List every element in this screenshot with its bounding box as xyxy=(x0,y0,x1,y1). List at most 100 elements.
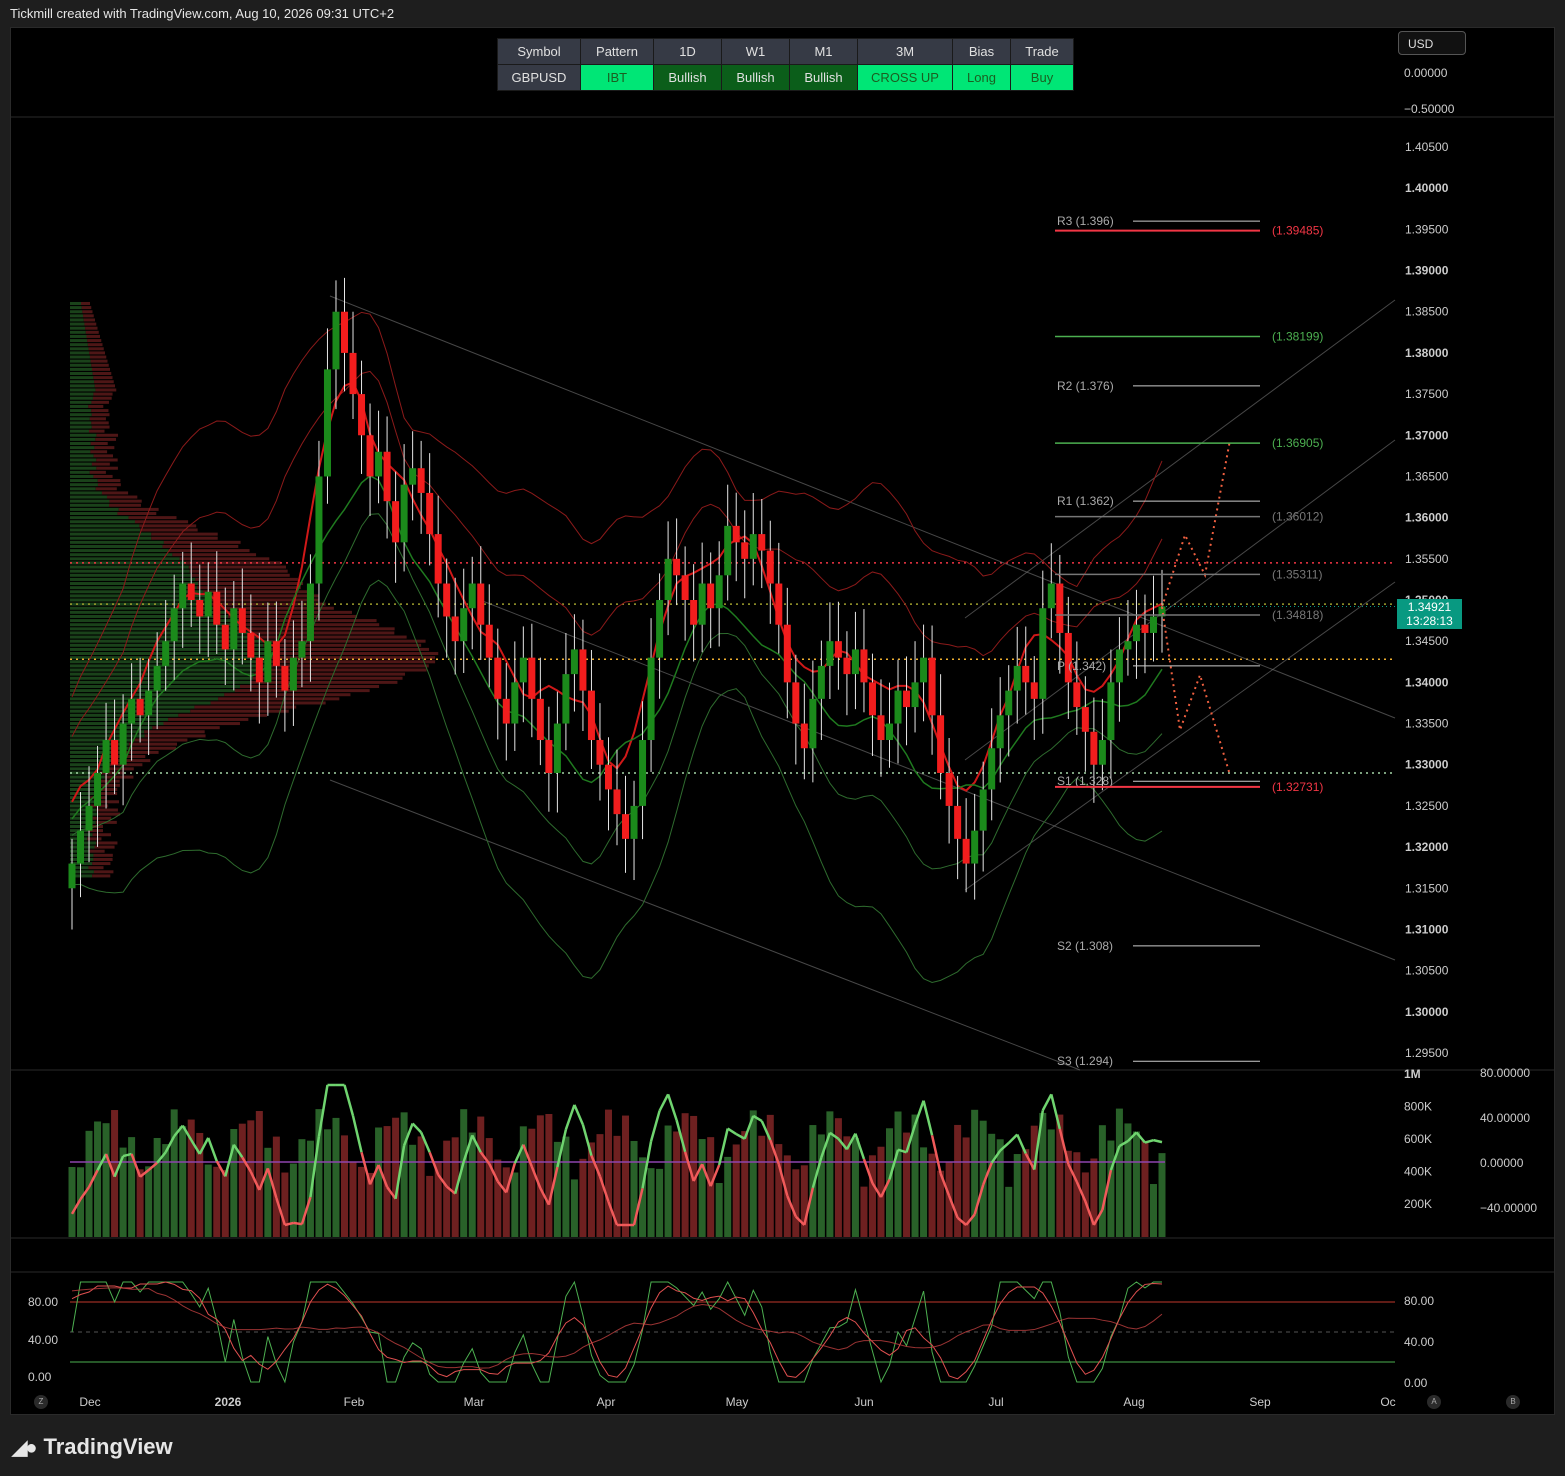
volume-bar xyxy=(409,1145,416,1237)
volume-bar xyxy=(716,1183,723,1237)
volume-profile-bar xyxy=(70,528,140,531)
signal-table: Symbol Pattern 1D W1 M1 3M Bias Trade GBPUSD IBT… xyxy=(497,38,1074,91)
y-axis-tick: 1.35500 xyxy=(1405,552,1449,566)
volume-axis-tick: 600K xyxy=(1404,1132,1432,1146)
candle-body xyxy=(222,625,229,650)
oscillator-line-segment xyxy=(1009,1135,1018,1143)
volume-profile-bar xyxy=(70,302,81,305)
chart-canvas[interactable]: 0.00000 −0.50000 1.40500 1.40000 1.39500 1.39… xyxy=(0,0,1565,1476)
volume-profile-bar xyxy=(70,520,135,523)
candle-body xyxy=(435,534,442,583)
volume-bar xyxy=(648,1168,655,1237)
volume-profile-bar xyxy=(93,393,112,396)
volume-profile-bar xyxy=(94,454,113,457)
volume-profile-bar xyxy=(70,327,85,330)
volume-profile-bar xyxy=(189,566,286,569)
volume-bar xyxy=(699,1139,706,1237)
currency-button[interactable]: USD xyxy=(1398,31,1466,55)
volume-profile-bar xyxy=(87,335,101,338)
volume-profile-bar xyxy=(207,594,319,597)
volume-bar xyxy=(1116,1109,1123,1237)
volume-profile-bar xyxy=(89,347,104,350)
volume-profile-bar xyxy=(70,376,93,379)
zoom-button[interactable]: Z xyxy=(34,1395,48,1409)
volume-bar xyxy=(137,1169,144,1237)
candle-body xyxy=(332,312,339,370)
volume-profile-bar xyxy=(70,467,96,470)
last-price-tag: 1.34921 13:28:13 xyxy=(1397,599,1462,629)
candle-body xyxy=(877,715,884,740)
pivot-label: R2 (1.376) xyxy=(1057,379,1114,393)
volume-bar xyxy=(358,1167,365,1237)
candle-body xyxy=(307,584,314,642)
channel-line xyxy=(330,780,1080,1070)
oscillator-line-segment xyxy=(651,1111,660,1141)
y-axis-tick: 1.32000 xyxy=(1405,840,1449,854)
pivot-label: R1 (1.362) xyxy=(1057,494,1114,508)
volume-profile-bar xyxy=(228,615,357,618)
volume-bar xyxy=(920,1147,927,1237)
volume-profile-bar xyxy=(70,372,93,375)
volume-profile-bar xyxy=(92,413,110,416)
volume-bar xyxy=(852,1138,859,1237)
volume-profile-bar xyxy=(90,417,106,420)
candle-body xyxy=(792,682,799,723)
volume-profile-bar xyxy=(70,426,92,429)
volume-bar xyxy=(1099,1125,1106,1237)
volume-profile-bar xyxy=(98,483,121,486)
volume-bar xyxy=(579,1159,586,1237)
volume-profile-bar xyxy=(70,323,84,326)
volume-profile-bar xyxy=(249,627,395,630)
candle-body xyxy=(724,526,731,575)
x-axis-tick: Oc xyxy=(1380,1395,1395,1409)
candle-body xyxy=(256,658,263,683)
signal-value-4: Bullish xyxy=(790,65,858,91)
volume-profile-bar xyxy=(70,788,96,791)
candle-body xyxy=(741,542,748,558)
y-axis-tick: 1.31500 xyxy=(1405,881,1449,895)
scale-b-button[interactable]: B xyxy=(1506,1395,1520,1409)
volume-profile-bar xyxy=(267,648,429,651)
volume-profile-bar xyxy=(70,368,92,371)
volume-axis-tick: 400K xyxy=(1404,1165,1432,1179)
y-axis-tick: 1.33500 xyxy=(1405,717,1449,731)
stoch-right-tick: 40.00 xyxy=(1404,1335,1434,1349)
volume-profile-bar xyxy=(250,681,397,684)
volume-profile-bar xyxy=(70,767,105,770)
scale-a-button[interactable]: A xyxy=(1427,1395,1441,1409)
volume-bar xyxy=(1048,1129,1055,1237)
signal-header-1: Pattern xyxy=(581,39,654,65)
volume-profile-bar xyxy=(70,384,95,387)
volume-profile-bar xyxy=(96,487,117,490)
volume-profile-bar xyxy=(98,479,121,482)
candle-body xyxy=(860,649,867,682)
volume-profile-bar xyxy=(129,516,177,519)
volume-bar xyxy=(213,1167,220,1237)
candle-body xyxy=(980,789,987,830)
stoch-right-tick: 0.00 xyxy=(1404,1376,1428,1390)
y-axis-tick: 1.39500 xyxy=(1405,222,1449,236)
volume-profile-bar xyxy=(89,850,105,853)
candle-body xyxy=(324,369,331,476)
candle-body xyxy=(1107,682,1114,740)
y-axis-tick: 1.30000 xyxy=(1405,1005,1449,1019)
channel-line xyxy=(965,440,1395,760)
candle-body xyxy=(486,625,493,658)
volume-profile-bar xyxy=(70,343,88,346)
volume-profile-bar xyxy=(88,405,103,408)
candle-body xyxy=(128,699,135,724)
volume-profile-bar xyxy=(91,409,108,412)
volume-profile-bar xyxy=(70,496,107,499)
signal-value-3: Bullish xyxy=(722,65,790,91)
volume-profile-bar xyxy=(92,862,110,865)
volume-bar xyxy=(571,1179,578,1237)
candle-body xyxy=(886,724,893,740)
volume-profile-bar xyxy=(70,339,87,342)
volume-bar xyxy=(562,1137,569,1237)
volume-profile-bar xyxy=(70,524,139,527)
volume-bar xyxy=(843,1136,850,1237)
y-axis-tick: 1.40500 xyxy=(1405,140,1449,154)
volume-profile-bar xyxy=(70,335,87,338)
oscillator-line-segment xyxy=(353,1116,362,1152)
candle-body xyxy=(648,658,655,740)
